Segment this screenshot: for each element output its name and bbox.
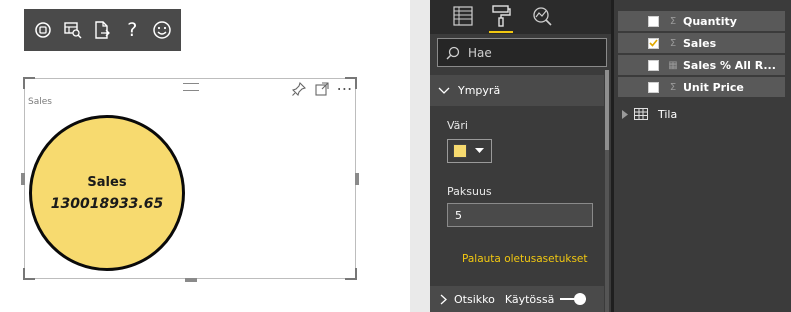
field-item-sales[interactable]: Σ Sales	[618, 33, 785, 53]
color-label: Väri	[447, 119, 468, 132]
reset-to-default-link[interactable]: Palauta oletusasetukset	[462, 253, 588, 265]
expand-triangle-icon	[622, 109, 628, 119]
canvas-gutter	[410, 0, 430, 312]
otsikko-title: Otsikko	[454, 292, 495, 306]
resize-corner-top-left[interactable]	[23, 77, 35, 89]
table-icon	[634, 108, 648, 120]
visual-title: Sales	[28, 97, 52, 107]
field-item-unit-price[interactable]: Σ Unit Price	[618, 77, 785, 97]
see-data-icon[interactable]	[62, 19, 84, 41]
field-name: Sales % All R...	[683, 58, 776, 72]
focus-expand-icon[interactable]	[314, 81, 329, 96]
color-swatch	[453, 144, 467, 158]
field-item-sales-pct[interactable]: ▦ Sales % All R...	[618, 55, 785, 75]
feedback-smile-icon[interactable]	[151, 19, 173, 41]
thickness-label: Paksuus	[447, 185, 492, 198]
field-checkbox[interactable]	[648, 15, 659, 27]
field-checkbox-checked[interactable]	[648, 37, 659, 49]
table-name: Tila	[658, 107, 678, 121]
focus-mode-icon[interactable]	[32, 19, 54, 41]
resize-handle-right[interactable]	[355, 173, 359, 185]
help-icon[interactable]: ?	[121, 19, 143, 41]
visual-header-toolbar: ?	[24, 9, 181, 51]
sigma-icon: Σ	[669, 81, 677, 93]
circle-card: Sales 130018933.65	[29, 115, 185, 271]
calculator-icon: ▦	[668, 59, 678, 71]
pane-scrollbar[interactable]	[605, 70, 609, 312]
search-icon	[446, 46, 460, 59]
analytics-tab[interactable]	[528, 3, 556, 29]
sigma-icon: Σ	[669, 15, 677, 27]
resize-handle-bottom[interactable]	[185, 278, 197, 282]
resize-handle-left[interactable]	[21, 173, 25, 185]
export-data-icon[interactable]	[91, 19, 113, 41]
more-options-icon[interactable]: ⋯	[336, 78, 353, 98]
thickness-input[interactable]	[447, 203, 593, 227]
checkmark-icon	[649, 39, 658, 47]
chevron-right-icon	[440, 294, 447, 304]
field-name: Sales	[683, 36, 717, 50]
section-header-otsikko[interactable]: Otsikko Käytössä	[430, 286, 604, 312]
table-item-tila[interactable]: Tila	[622, 104, 677, 124]
field-name: Unit Price	[683, 80, 744, 94]
resize-corner-bottom-right[interactable]	[345, 268, 357, 280]
format-tab[interactable]	[487, 3, 515, 33]
otsikko-state: Käytössä	[504, 292, 555, 306]
help-icon-glyph: ?	[127, 19, 138, 41]
search-input[interactable]	[466, 44, 600, 61]
sigma-icon: Σ	[669, 37, 677, 49]
circle-card-visual[interactable]: ⋯ Sales Sales 130018933.65	[21, 77, 359, 282]
caret-down-icon	[475, 148, 484, 153]
field-checkbox[interactable]	[648, 59, 659, 71]
pane-tabs	[430, 0, 611, 34]
fields-pane: Σ Quantity Σ Sales ▦ Sales % All R... Σ …	[614, 0, 791, 312]
scrollbar-thumb[interactable]	[605, 70, 609, 150]
pin-icon[interactable]	[291, 81, 306, 96]
format-search-box[interactable]	[437, 38, 607, 67]
circle-card-label: Sales	[87, 174, 127, 190]
drag-handle[interactable]	[183, 83, 199, 91]
color-picker[interactable]	[447, 139, 492, 163]
toggle-knob	[574, 293, 587, 305]
resize-corner-bottom-left[interactable]	[23, 268, 35, 280]
more-options-glyph: ⋯	[336, 78, 353, 98]
visual-header-icons: ⋯	[291, 78, 353, 98]
visualizations-pane: Ympyrä Väri Paksuus Palauta oletusasetuk…	[430, 0, 611, 312]
report-canvas: ? ⋯ Sales Sales 130018933.65	[0, 0, 410, 312]
section-header-ympyra[interactable]: Ympyrä	[430, 75, 604, 106]
chevron-down-icon	[438, 87, 450, 94]
otsikko-toggle[interactable]	[560, 293, 587, 305]
field-name: Quantity	[683, 14, 737, 28]
circle-card-value: 130018933.65	[50, 195, 164, 212]
fields-tab[interactable]	[449, 3, 477, 29]
field-checkbox[interactable]	[648, 81, 659, 93]
field-item-quantity[interactable]: Σ Quantity	[618, 11, 785, 31]
section-title: Ympyrä	[458, 84, 501, 97]
